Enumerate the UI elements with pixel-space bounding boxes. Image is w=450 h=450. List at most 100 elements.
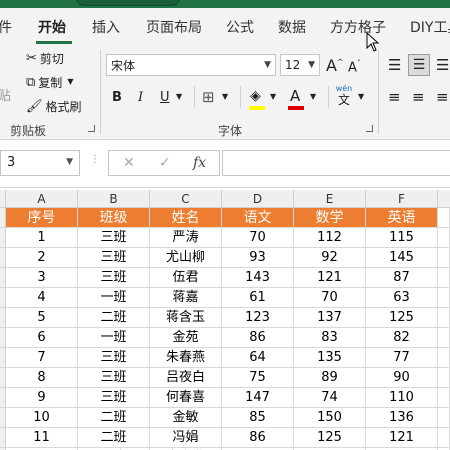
bold-button[interactable]: B [112, 90, 122, 105]
align-center-icon[interactable]: ≡ [412, 88, 425, 106]
chevron-down-icon[interactable]: ▼ [310, 92, 316, 101]
table-cell-class[interactable]: 三班 [78, 388, 150, 408]
table-cell-index[interactable]: 10 [6, 408, 78, 428]
column-header-a[interactable]: A [6, 190, 78, 208]
tab-home[interactable]: 开始 [38, 17, 66, 37]
table-cell-index[interactable]: 7 [6, 348, 78, 368]
tab-file[interactable]: 件 [0, 17, 12, 37]
table-cell-class[interactable]: 一班 [78, 288, 150, 308]
chevron-down-icon[interactable]: ▼ [270, 92, 276, 101]
table-cell[interactable] [438, 368, 450, 388]
table-cell-english[interactable]: 87 [366, 268, 438, 288]
table-cell-class[interactable]: 二班 [78, 428, 150, 448]
table-cell[interactable] [438, 328, 450, 348]
table-cell-chinese[interactable]: 75 [222, 368, 294, 388]
insert-function-button[interactable]: fx [193, 155, 206, 171]
tab-diy-tools[interactable]: DIY工具 [410, 17, 450, 37]
table-cell-index[interactable]: 11 [6, 428, 78, 448]
table-cell-english[interactable]: 77 [366, 348, 438, 368]
grow-font-button[interactable]: A^ [326, 56, 344, 75]
table-cell-index[interactable]: 2 [6, 248, 78, 268]
table-cell-chinese[interactable]: 147 [222, 388, 294, 408]
table-cell-math[interactable]: 92 [294, 248, 366, 268]
font-size-select[interactable]: 12 ▼ [280, 54, 320, 76]
table-cell-math[interactable]: 74 [294, 388, 366, 408]
table-cell-math[interactable]: 112 [294, 228, 366, 248]
column-header-e[interactable]: E [294, 190, 366, 208]
table-cell-english[interactable]: 110 [366, 388, 438, 408]
table-cell-math[interactable]: 70 [294, 288, 366, 308]
column-header-f[interactable]: F [366, 190, 438, 208]
table-cell-class[interactable]: 二班 [78, 408, 150, 428]
table-cell-chinese[interactable]: 64 [222, 348, 294, 368]
name-box[interactable]: 3 ▼ [0, 150, 80, 176]
table-cell-class[interactable]: 三班 [78, 228, 150, 248]
table-cell-index[interactable]: 9 [6, 388, 78, 408]
table-cell-english[interactable]: 82 [366, 328, 438, 348]
table-cell-english[interactable]: 136 [366, 408, 438, 428]
table-cell-math[interactable]: 83 [294, 328, 366, 348]
table-cell[interactable] [438, 408, 450, 428]
underline-button[interactable]: U [160, 90, 170, 105]
table-cell-class[interactable]: 三班 [78, 248, 150, 268]
table-cell-chinese[interactable]: 86 [222, 328, 294, 348]
column-header-g[interactable] [438, 190, 450, 208]
fill-color-icon[interactable]: ◈ [250, 88, 261, 104]
paste-button[interactable]: 贴 [0, 84, 11, 104]
table-cell-class[interactable]: 一班 [78, 328, 150, 348]
header-cell-chinese[interactable]: 语文 [222, 208, 294, 228]
table-cell-class[interactable]: 二班 [78, 308, 150, 328]
table-cell[interactable] [438, 348, 450, 368]
shrink-font-button[interactable]: Aˇ [348, 59, 361, 75]
align-left-icon[interactable]: ≡ [388, 88, 401, 106]
table-cell-math[interactable]: 125 [294, 428, 366, 448]
table-cell-name[interactable]: 伍君 [150, 268, 222, 288]
chevron-down-icon[interactable]: ▼ [222, 92, 228, 101]
table-cell-name[interactable]: 吕夜白 [150, 368, 222, 388]
copy-button[interactable]: ⧉ 复制 ▼ [26, 72, 73, 92]
format-painter-button[interactable]: 🖌 格式刷 [26, 96, 82, 116]
table-cell-name[interactable]: 蒋含玉 [150, 308, 222, 328]
table-cell-class[interactable]: 三班 [78, 348, 150, 368]
table-cell-index[interactable]: 4 [6, 288, 78, 308]
table-cell[interactable] [438, 208, 450, 228]
column-header-b[interactable]: B [78, 190, 150, 208]
table-cell-english[interactable]: 115 [366, 228, 438, 248]
header-cell-name[interactable]: 姓名 [150, 208, 222, 228]
table-cell-english[interactable]: 125 [366, 308, 438, 328]
font-name-select[interactable]: 宋体 ▼ [106, 54, 276, 76]
table-cell[interactable] [438, 268, 450, 288]
table-cell-math[interactable]: 150 [294, 408, 366, 428]
table-cell-index[interactable]: 5 [6, 308, 78, 328]
table-cell-name[interactable]: 朱春燕 [150, 348, 222, 368]
table-cell-chinese[interactable]: 61 [222, 288, 294, 308]
enter-icon[interactable]: ✓ [159, 155, 171, 171]
table-cell-index[interactable]: 6 [6, 328, 78, 348]
column-header-c[interactable]: C [150, 190, 222, 208]
borders-icon[interactable]: ⊞ [202, 88, 215, 106]
table-cell[interactable] [438, 388, 450, 408]
header-cell-index[interactable]: 序号 [6, 208, 78, 228]
table-cell[interactable] [438, 228, 450, 248]
table-cell[interactable] [438, 428, 450, 448]
align-top-icon[interactable]: ☰ [388, 56, 401, 74]
table-cell-name[interactable]: 冯娟 [150, 428, 222, 448]
table-cell-name[interactable]: 何春喜 [150, 388, 222, 408]
header-cell-english[interactable]: 英语 [366, 208, 438, 228]
tab-insert[interactable]: 插入 [92, 17, 120, 37]
cut-button[interactable]: ✂ 剪切 [26, 48, 64, 68]
chevron-down-icon[interactable]: ▼ [176, 92, 182, 101]
clipboard-launcher-icon[interactable] [88, 125, 95, 132]
font-color-button[interactable]: A [290, 87, 300, 105]
tab-page-layout[interactable]: 页面布局 [146, 17, 202, 37]
table-cell-english[interactable]: 63 [366, 288, 438, 308]
column-header-d[interactable]: D [222, 190, 294, 208]
align-bottom-icon[interactable]: ☰ [436, 56, 449, 74]
align-right-icon[interactable]: ≡ [436, 88, 449, 106]
tab-formulas[interactable]: 公式 [226, 17, 254, 37]
table-cell-english[interactable]: 90 [366, 368, 438, 388]
table-cell-chinese[interactable]: 70 [222, 228, 294, 248]
table-cell[interactable] [438, 288, 450, 308]
table-cell-chinese[interactable]: 143 [222, 268, 294, 288]
chevron-down-icon[interactable]: ▼ [358, 92, 364, 101]
